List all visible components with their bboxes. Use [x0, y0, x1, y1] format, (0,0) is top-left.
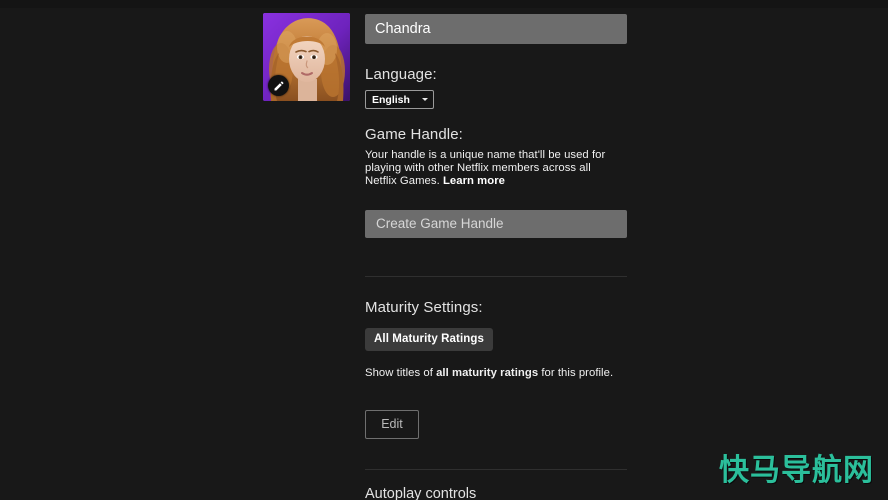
language-selected-value: English — [372, 93, 410, 106]
maturity-description-prefix: Show titles of — [365, 366, 437, 379]
edit-maturity-button[interactable]: Edit — [365, 409, 419, 439]
settings-column: Language: English Game Handle: Your hand… — [365, 14, 627, 500]
profile-name-input[interactable] — [365, 14, 627, 44]
avatar[interactable] — [263, 13, 350, 101]
status-badge: All Maturity Ratings — [365, 327, 493, 351]
learn-more-link[interactable]: Learn more — [443, 175, 505, 187]
game-handle-label: Game Handle: — [365, 126, 463, 143]
language-label: Language: — [365, 66, 437, 83]
maturity-description-suffix: for this profile. — [538, 366, 614, 379]
maturity-description-bold: all maturity ratings — [436, 366, 539, 379]
site-watermark: 快马导航网 — [719, 453, 874, 488]
autoplay-controls-title: Autoplay controls — [365, 485, 477, 500]
create-game-handle-input[interactable] — [365, 209, 627, 238]
language-select[interactable]: English — [365, 90, 434, 109]
netflix-profile-settings-page: Language: English Game Handle: Your hand… — [0, 0, 888, 500]
top-strip — [0, 0, 888, 8]
pencil-icon[interactable] — [268, 75, 289, 96]
maturity-description: Show titles of all maturity ratings for … — [365, 367, 623, 380]
chevron-down-icon — [421, 98, 428, 101]
maturity-settings-label: Maturity Settings: — [365, 298, 483, 316]
game-handle-description: Your handle is a unique name that'll be … — [365, 149, 623, 187]
